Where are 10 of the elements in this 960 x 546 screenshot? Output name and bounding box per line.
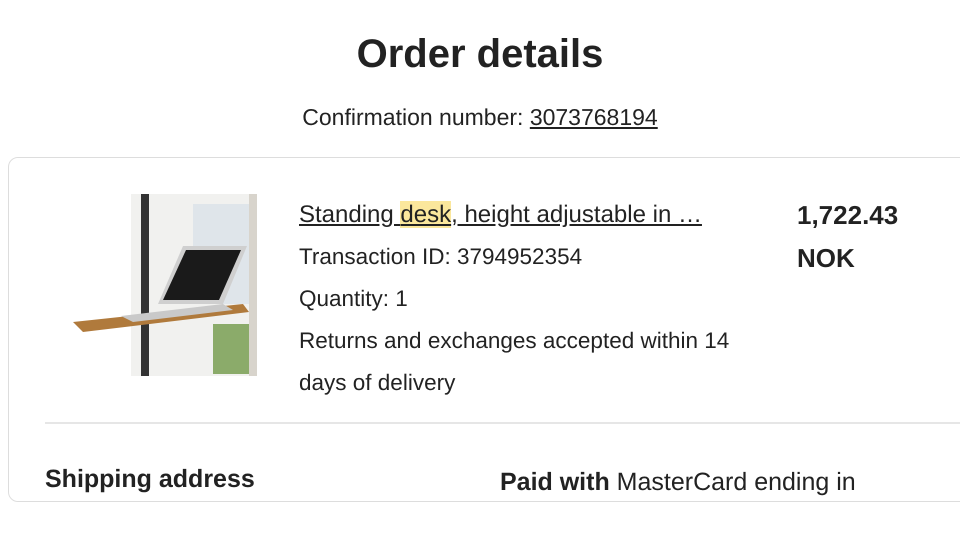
returns-policy: Returns and exchanges accepted within 14 days of delivery	[299, 326, 730, 397]
transaction-id: Transaction ID: 3794952354	[299, 242, 584, 270]
confirmation-label: Confirmation number:	[302, 104, 524, 130]
page-title: Order details	[356, 31, 604, 78]
confirmation-number-link[interactable]: 3073768194	[530, 104, 658, 130]
item-price: 1,722.43 NOK	[797, 198, 900, 274]
product-title-link[interactable]: Standing desk, height adjustable in …	[299, 200, 702, 228]
shipping-heading: Shipping address	[45, 464, 256, 494]
quantity: Quantity: 1	[299, 284, 409, 313]
payment-method: Paid with MasterCard ending in	[500, 466, 856, 498]
